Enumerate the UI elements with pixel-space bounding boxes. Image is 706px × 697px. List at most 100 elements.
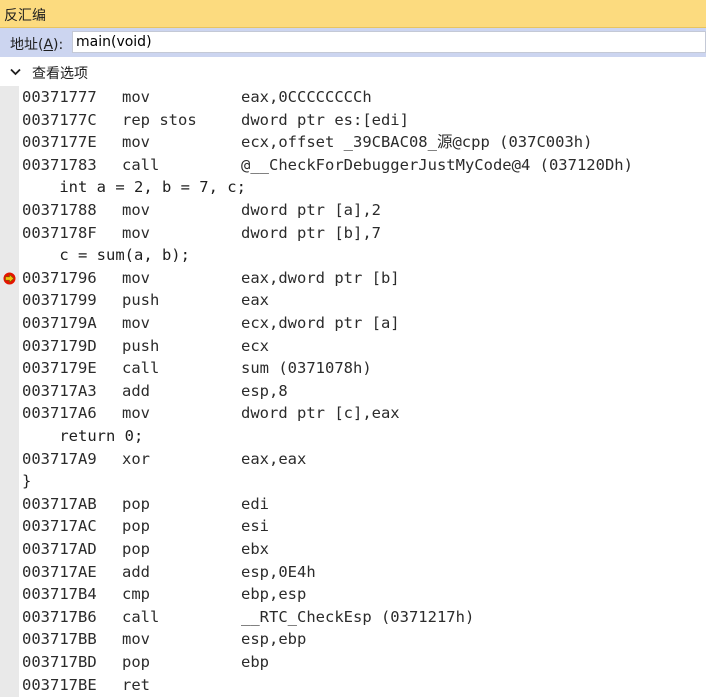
asm-operands: eax,0CCCCCCCCh: [241, 88, 372, 106]
asm-line[interactable]: 0037179D push ecx: [0, 335, 706, 357]
asm-mnemonic: mov: [122, 314, 150, 332]
asm-address: 003717BB: [22, 630, 97, 649]
asm-mnemonic: ret: [122, 675, 150, 694]
asm-operands: ebp: [241, 653, 269, 671]
view-options-bar[interactable]: 查看选项: [0, 57, 706, 86]
address-label-prefix: 地址(: [10, 37, 44, 53]
asm-line[interactable]: 003717AE add esp,0E4h: [0, 561, 706, 583]
asm-line[interactable]: 0037179A mov ecx,dword ptr [a]: [0, 312, 706, 334]
asm-address: 0037178F: [22, 223, 97, 242]
asm-mnemonic: call: [122, 607, 160, 626]
asm-line[interactable]: 0037178F mov dword ptr [b],7: [0, 222, 706, 244]
asm-operands: sum (0371078h): [241, 359, 372, 378]
asm-operands: dword ptr [b],7: [241, 223, 381, 242]
asm-line[interactable]: 003717A6 mov dword ptr [c],eax: [0, 402, 706, 424]
asm-operands: esi: [241, 517, 269, 536]
asm-line[interactable]: 003717BE ret: [0, 674, 706, 696]
asm-line[interactable]: 003717AB pop edi: [0, 493, 706, 515]
asm-address: 00371783: [22, 155, 97, 174]
asm-address: 00371777: [22, 88, 97, 106]
breakpoint-arrow-icon[interactable]: [3, 272, 16, 285]
asm-address: 003717B6: [22, 607, 97, 626]
asm-line[interactable]: 0037177C rep stos dword ptr es:[edi]: [0, 109, 706, 131]
asm-mnemonic: xor: [122, 449, 150, 468]
asm-operands: esp,8: [241, 381, 288, 400]
address-label-suffix: ):: [53, 37, 64, 53]
asm-mnemonic: rep stos: [122, 110, 197, 129]
source-line[interactable]: int a = 2, b = 7, c;: [0, 176, 706, 198]
asm-operands: dword ptr [c],eax: [241, 404, 400, 423]
address-label: 地址(A):: [10, 34, 63, 54]
asm-operands: esp,ebp: [241, 630, 307, 649]
asm-line[interactable]: 003717A3 add esp,8: [0, 380, 706, 402]
asm-address: 003717AE: [22, 562, 97, 581]
asm-line[interactable]: 003717BB mov esp,ebp: [0, 628, 706, 650]
disassembly-code-area[interactable]: 00371777 mov eax,0CCCCCCCCh 0037177C rep sto…: [0, 86, 706, 697]
address-input[interactable]: main(void): [72, 31, 706, 53]
asm-mnemonic: cmp: [122, 585, 150, 604]
asm-address: 003717BD: [22, 653, 97, 671]
asm-address: 003717A9: [22, 449, 97, 468]
asm-line[interactable]: 003717B4 cmp ebp,esp: [0, 583, 706, 605]
asm-mnemonic: push: [122, 291, 160, 310]
source-line[interactable]: return 0;: [0, 425, 706, 447]
asm-line[interactable]: 003717BD pop ebp: [0, 651, 706, 673]
asm-mnemonic: add: [122, 381, 150, 400]
asm-operands: dword ptr [a],2: [241, 201, 381, 219]
address-label-accesskey: A: [43, 37, 54, 53]
asm-line[interactable]: 003717AD pop ebx: [0, 538, 706, 560]
asm-line[interactable]: 00371783 call @__CheckForDebuggerJustMyCod…: [0, 154, 706, 176]
asm-mnemonic: mov: [122, 133, 150, 152]
asm-operands: ecx,dword ptr [a]: [241, 314, 400, 332]
asm-line[interactable]: 0037177E mov ecx,offset _39CBAC08_源@cpp (0…: [0, 131, 706, 153]
asm-operands: ecx,offset _39CBAC08_源@cpp (037C003h): [241, 133, 593, 152]
asm-operands: @__CheckForDebuggerJustMyCode@4 (037120D…: [241, 155, 633, 174]
asm-address: 003717A3: [22, 381, 97, 400]
source-line[interactable]: }: [0, 470, 706, 492]
asm-operands: ebp,esp: [241, 585, 307, 604]
asm-line[interactable]: 00371799 push eax: [0, 289, 706, 311]
asm-address: 00371788: [22, 201, 97, 219]
asm-address: 0037179D: [22, 336, 97, 355]
chevron-down-icon[interactable]: [7, 63, 24, 80]
asm-line[interactable]: 003717B6 call __RTC_CheckEsp (0371217h): [0, 606, 706, 628]
disassembly-title-bar: 反汇编: [0, 0, 706, 28]
asm-mnemonic: mov: [122, 223, 150, 242]
asm-operands: edi: [241, 494, 269, 513]
window-title: 反汇编: [4, 8, 46, 24]
asm-address: 00371799: [22, 291, 97, 310]
asm-line[interactable]: 003717A9 xor eax,eax: [0, 448, 706, 470]
asm-address: 00371796: [22, 268, 97, 287]
asm-line[interactable]: 00371796 mov eax,dword ptr [b]: [0, 267, 706, 289]
asm-mnemonic: mov: [122, 630, 150, 649]
asm-address: 003717AC: [22, 517, 97, 536]
asm-mnemonic: push: [122, 336, 160, 355]
asm-address: 0037177E: [22, 133, 97, 152]
source-line[interactable]: c = sum(a, b);: [0, 244, 706, 266]
asm-address: 003717B4: [22, 585, 97, 604]
asm-mnemonic: call: [122, 155, 160, 174]
asm-line[interactable]: 0037179E call sum (0371078h): [0, 357, 706, 379]
asm-line[interactable]: 00371777 mov eax,0CCCCCCCCh: [0, 86, 706, 108]
asm-operands: ecx: [241, 336, 269, 355]
asm-mnemonic: pop: [122, 653, 150, 671]
asm-mnemonic: call: [122, 359, 160, 378]
view-options-label[interactable]: 查看选项: [32, 63, 88, 83]
asm-operands: __RTC_CheckEsp (0371217h): [241, 607, 475, 626]
source-text: c = sum(a, b);: [22, 246, 190, 265]
source-text: }: [22, 472, 32, 491]
address-bar: 地址(A): main(void): [0, 28, 706, 57]
asm-operands: eax,eax: [241, 449, 307, 468]
asm-line[interactable]: 00371788 mov dword ptr [a],2: [0, 199, 706, 221]
asm-operands: ebx: [241, 540, 269, 558]
asm-mnemonic: pop: [122, 540, 150, 558]
asm-operands: dword ptr es:[edi]: [241, 110, 409, 129]
asm-mnemonic: pop: [122, 494, 150, 513]
asm-mnemonic: add: [122, 562, 150, 581]
asm-line[interactable]: 003717AC pop esi: [0, 515, 706, 537]
asm-mnemonic: mov: [122, 404, 150, 423]
asm-address: 0037179E: [22, 359, 97, 378]
asm-mnemonic: pop: [122, 517, 150, 536]
asm-address: 003717AB: [22, 494, 97, 513]
asm-address: 0037177C: [22, 110, 97, 129]
